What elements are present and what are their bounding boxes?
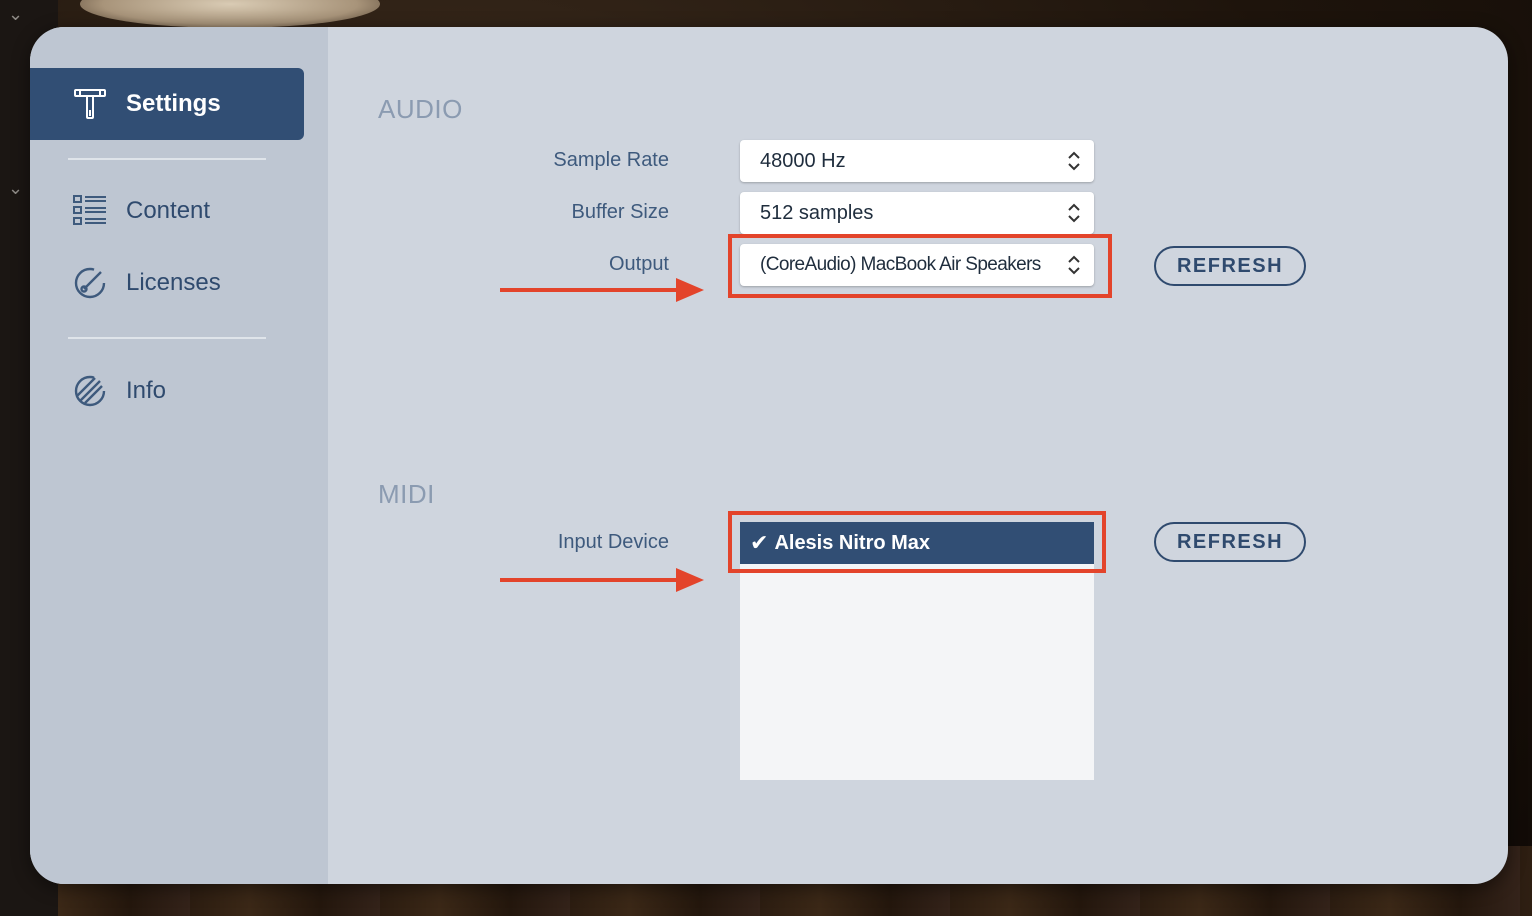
arrow-right-icon — [500, 278, 704, 302]
settings-dialog: Settings Content Licenses Info AUDIO Sam… — [30, 27, 1508, 884]
sidebar-item-licenses[interactable]: Licenses — [30, 247, 304, 319]
section-title-midi: MIDI — [378, 479, 435, 509]
sample-rate-select[interactable]: 48000 Hz — [740, 140, 1094, 182]
updown-chevron-icon — [1068, 151, 1080, 171]
background-drum — [80, 0, 380, 28]
buffer-size-label: Buffer Size — [571, 201, 669, 223]
sidebar-item-label: Settings — [126, 90, 221, 117]
sidebar-divider — [68, 158, 266, 160]
output-highlight-box — [728, 234, 1112, 298]
license-icon — [70, 263, 110, 303]
info-icon — [70, 371, 110, 411]
sidebar-item-content[interactable]: Content — [30, 175, 304, 247]
tuning-key-icon — [70, 84, 110, 124]
sidebar-item-settings[interactable]: Settings — [30, 68, 304, 140]
section-title-audio: AUDIO — [378, 94, 463, 124]
chevron-down-icon: ⌄ — [8, 178, 24, 198]
sidebar-item-label: Licenses — [126, 269, 221, 296]
sidebar-item-label: Info — [126, 377, 167, 404]
audio-refresh-button[interactable]: REFRESH — [1154, 246, 1306, 286]
sidebar-divider — [68, 337, 266, 339]
sample-rate-label: Sample Rate — [553, 149, 669, 171]
content-list-icon — [70, 191, 110, 231]
midi-refresh-button[interactable]: REFRESH — [1154, 522, 1306, 562]
updown-chevron-icon — [1068, 203, 1080, 223]
input-device-highlight-box — [728, 511, 1106, 573]
sidebar: Settings Content Licenses Info — [30, 27, 328, 884]
chevron-down-icon: ⌄ — [8, 4, 24, 24]
arrow-right-icon — [500, 568, 704, 592]
sample-rate-value: 48000 Hz — [760, 149, 846, 172]
input-device-label: Input Device — [557, 531, 669, 553]
sidebar-item-label: Content — [126, 197, 211, 224]
buffer-size-select[interactable]: 512 samples — [740, 192, 1094, 234]
buffer-size-value: 512 samples — [760, 201, 874, 224]
settings-panel: AUDIO Sample Rate 48000 Hz Buffer Size 5… — [328, 27, 1508, 884]
output-label: Output — [608, 253, 669, 275]
sidebar-item-info[interactable]: Info — [30, 355, 304, 427]
